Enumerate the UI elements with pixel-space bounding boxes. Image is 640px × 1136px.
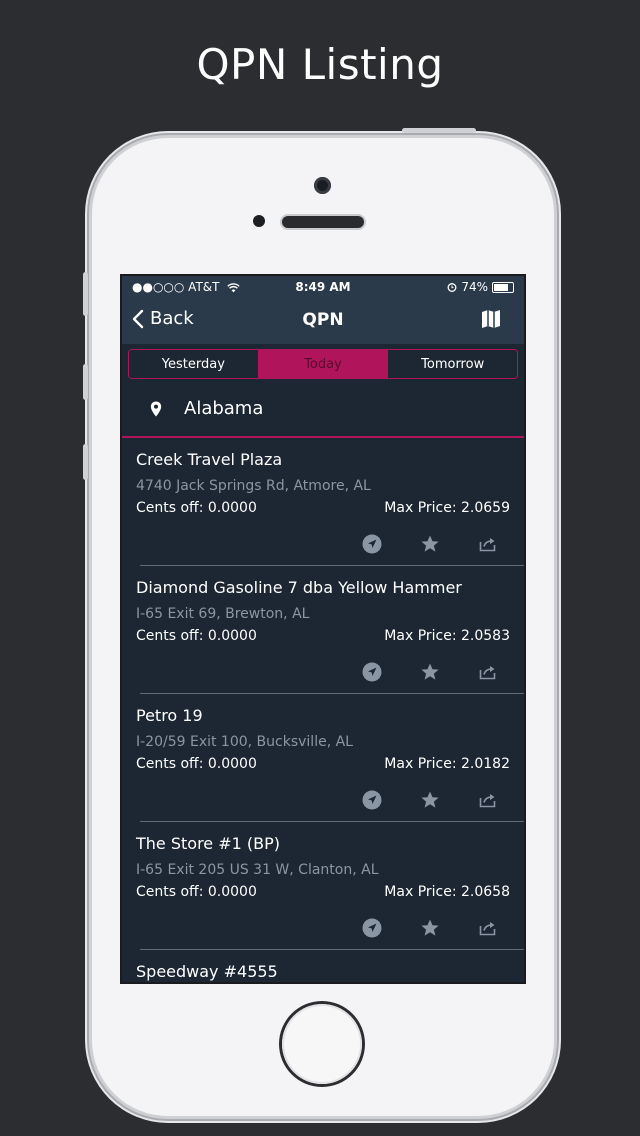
- segment-today[interactable]: Today: [257, 350, 388, 378]
- station-address: I-65 Exit 205 US 31 W, Clanton, AL: [136, 862, 379, 878]
- item-actions: [340, 532, 510, 556]
- list-item[interactable]: Petro 19 I-20/59 Exit 100, Bucksville, A…: [122, 694, 524, 822]
- earpiece-speaker: [282, 216, 364, 228]
- station-address: 4740 Jack Springs Rd, Atmore, AL: [136, 478, 371, 494]
- location-header[interactable]: Alabama: [122, 384, 524, 438]
- cents-off: Cents off: 0.0000: [136, 500, 257, 516]
- navigate-arrow-icon[interactable]: [360, 660, 384, 684]
- station-name: Diamond Gasoline 7 dba Yellow Hammer: [136, 578, 462, 597]
- battery-indicator: 74%: [447, 280, 514, 294]
- status-bar: ●●○○○ AT&T 8:49 AM 74%: [122, 276, 524, 298]
- power-button: [402, 128, 476, 133]
- station-address: I-65 Exit 69, Brewton, AL: [136, 606, 310, 622]
- star-icon[interactable]: [418, 532, 442, 556]
- segment-yesterday[interactable]: Yesterday: [129, 350, 258, 378]
- proximity-sensor: [253, 215, 265, 227]
- max-price: Max Price: 2.0182: [384, 756, 510, 772]
- list-item[interactable]: The Store #1 (BP) I-65 Exit 205 US 31 W,…: [122, 822, 524, 950]
- station-list: Creek Travel Plaza 4740 Jack Springs Rd,…: [122, 438, 524, 982]
- list-item[interactable]: Speedway #4555: [122, 950, 524, 982]
- station-name: The Store #1 (BP): [136, 834, 280, 853]
- max-price: Max Price: 2.0659: [384, 500, 510, 516]
- navigate-arrow-icon[interactable]: [360, 916, 384, 940]
- station-name: Speedway #4555: [136, 962, 278, 981]
- item-actions: [340, 916, 510, 940]
- share-icon[interactable]: [476, 788, 500, 812]
- battery-percent: 74%: [461, 280, 488, 294]
- station-name: Creek Travel Plaza: [136, 450, 283, 469]
- cents-off: Cents off: 0.0000: [136, 884, 257, 900]
- cents-off: Cents off: 0.0000: [136, 756, 257, 772]
- share-icon[interactable]: [476, 532, 500, 556]
- navigate-arrow-icon[interactable]: [360, 788, 384, 812]
- max-price: Max Price: 2.0658: [384, 884, 510, 900]
- day-segmented-control: Yesterday Today Tomorrow: [128, 349, 518, 379]
- volume-down-button: [83, 444, 88, 480]
- station-name: Petro 19: [136, 706, 203, 725]
- station-address: I-20/59 Exit 100, Bucksville, AL: [136, 734, 353, 750]
- list-item[interactable]: Diamond Gasoline 7 dba Yellow Hammer I-6…: [122, 566, 524, 694]
- volume-up-button: [83, 364, 88, 400]
- mute-switch: [83, 272, 88, 316]
- list-item[interactable]: Creek Travel Plaza 4740 Jack Springs Rd,…: [122, 438, 524, 566]
- max-price: Max Price: 2.0583: [384, 628, 510, 644]
- star-icon[interactable]: [418, 916, 442, 940]
- map-icon: [482, 310, 500, 328]
- segment-tomorrow[interactable]: Tomorrow: [387, 350, 517, 378]
- map-button[interactable]: [480, 308, 502, 334]
- home-button[interactable]: [282, 1004, 362, 1084]
- share-icon[interactable]: [476, 916, 500, 940]
- nav-title: QPN: [302, 310, 344, 330]
- app-screen: ●●○○○ AT&T 8:49 AM 74% Back QPN Yesterda…: [122, 276, 524, 982]
- location-state: Alabama: [184, 398, 264, 419]
- page-headline: QPN Listing: [196, 40, 444, 89]
- star-icon[interactable]: [418, 788, 442, 812]
- navigate-arrow-icon[interactable]: [360, 532, 384, 556]
- star-icon[interactable]: [418, 660, 442, 684]
- nav-bar: Back QPN: [122, 298, 524, 344]
- item-actions: [340, 660, 510, 684]
- front-camera: [314, 177, 331, 194]
- location-pin-icon: [150, 401, 162, 421]
- share-icon[interactable]: [476, 660, 500, 684]
- battery-icon: [492, 281, 514, 293]
- cents-off: Cents off: 0.0000: [136, 628, 257, 644]
- item-actions: [340, 788, 510, 812]
- alarm-icon: [447, 283, 457, 292]
